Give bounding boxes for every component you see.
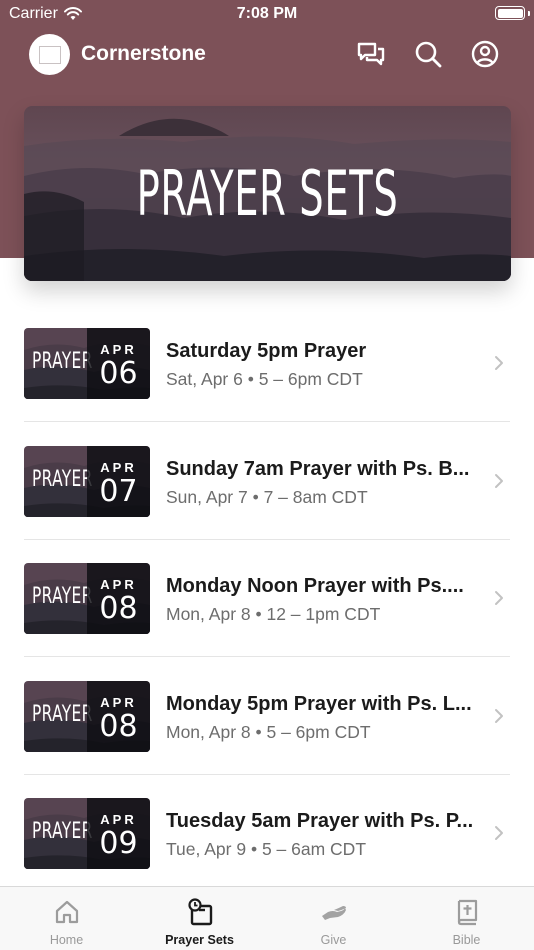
battery-icon — [495, 6, 525, 20]
account-icon[interactable] — [470, 39, 500, 69]
thumbnail-word: PRAYER — [32, 701, 93, 727]
tab-home[interactable]: Home — [0, 887, 133, 950]
thumbnail-month: APR — [100, 812, 137, 827]
tab-prayer-sets-label: Prayer Sets — [165, 933, 234, 947]
search-icon[interactable] — [413, 39, 443, 69]
chevron-right-icon — [495, 356, 503, 370]
thumbnail-month: APR — [100, 342, 137, 357]
prayer-set-thumbnail: PRAYER APR 08 — [24, 680, 150, 752]
church-logo[interactable] — [29, 34, 70, 75]
thumbnail-day: 07 — [99, 473, 138, 509]
status-time: 7:08 PM — [236, 5, 298, 22]
battery-tip — [528, 11, 530, 16]
prayer-set-row[interactable]: PRAYER APR 08 Monday 5pm Prayer with Ps.… — [0, 658, 534, 775]
chevron-right-icon — [495, 591, 503, 605]
tab-bible[interactable]: Bible — [400, 887, 533, 950]
thumbnail-date-badge: APR 06 — [87, 328, 150, 399]
prayer-set-subtitle: Mon, Apr 8 • 5 – 6pm CDT — [166, 721, 371, 742]
chevron-right-icon — [495, 708, 503, 723]
prayer-set-title: Monday Noon Prayer with Ps.... — [166, 575, 464, 597]
thumbnail-word: PRAYER — [32, 584, 93, 609]
prayer-set-subtitle: Sun, Apr 7 • 7 – 8am CDT — [166, 486, 368, 507]
prayer-sets-icon — [187, 898, 212, 926]
hero-banner: PRAYER SETS — [24, 106, 511, 281]
tab-bible-label: Bible — [452, 933, 481, 947]
bible-icon — [457, 899, 477, 926]
prayer-set-subtitle: Mon, Apr 8 • 12 – 1pm CDT — [166, 604, 381, 624]
prayer-set-thumbnail: PRAYER APR 08 — [24, 563, 150, 634]
prayer-set-subtitle: Tue, Apr 9 • 5 – 6am CDT — [166, 839, 367, 859]
prayer-set-row[interactable]: PRAYER APR 07 Sunday 7am Prayer with Ps.… — [0, 423, 534, 540]
thumbnail-month: APR — [100, 577, 137, 592]
home-icon — [55, 900, 78, 924]
give-icon — [321, 906, 346, 920]
thumbnail-word: PRAYER — [32, 349, 93, 374]
tab-bar: Home Prayer Sets Give Bible — [0, 886, 534, 950]
logo-mark — [38, 45, 61, 64]
prayer-set-thumbnail: PRAYER APR 06 — [24, 328, 150, 399]
tab-home-label: Home — [49, 933, 84, 947]
prayer-set-title: Monday 5pm Prayer with Ps. L... — [166, 692, 472, 715]
status-bar: Carrier 7:08 PM — [0, 0, 534, 30]
prayer-set-thumbnail: PRAYER APR 07 — [24, 445, 150, 517]
tab-give-label: Give — [320, 933, 347, 947]
thumbnail-date-badge: APR 08 — [87, 563, 150, 634]
thumbnail-day: 06 — [99, 356, 138, 391]
thumbnail-date-badge: APR 08 — [87, 680, 150, 752]
tab-give[interactable]: Give — [267, 887, 400, 950]
prayer-set-title: Tuesday 5am Prayer with Ps. P... — [166, 810, 474, 832]
thumbnail-date-badge: APR 07 — [87, 445, 150, 517]
chevron-right-icon — [495, 473, 503, 488]
prayer-set-title: Saturday 5pm Prayer — [166, 340, 367, 362]
prayer-set-row[interactable]: PRAYER APR 06 Saturday 5pm Prayer Sat, A… — [0, 305, 534, 422]
prayer-set-row[interactable]: PRAYER APR 09 Tuesday 5am Prayer with Ps… — [0, 775, 534, 892]
prayer-set-thumbnail: PRAYER APR 09 — [24, 798, 150, 869]
chat-icon[interactable] — [356, 39, 386, 69]
chevron-right-icon — [495, 826, 503, 840]
prayer-set-row[interactable]: PRAYER APR 08 Monday Noon Prayer with Ps… — [0, 540, 534, 657]
thumbnail-date-badge: APR 09 — [87, 798, 150, 869]
prayer-set-title: Sunday 7am Prayer with Ps. B... — [166, 457, 470, 480]
prayer-set-subtitle: Sat, Apr 6 • 5 – 6pm CDT — [166, 369, 363, 389]
thumbnail-month: APR — [100, 694, 137, 710]
top-navigation: Cornerstone — [0, 30, 534, 80]
thumbnail-day: 09 — [99, 826, 138, 861]
thumbnail-word: PRAYER — [32, 819, 93, 844]
thumbnail-day: 08 — [99, 591, 138, 626]
tab-prayer-sets[interactable]: Prayer Sets — [133, 887, 266, 950]
app-title: Cornerstone — [81, 42, 206, 65]
thumbnail-month: APR — [100, 459, 137, 475]
thumbnail-day: 08 — [99, 708, 138, 744]
hero-title: PRAYER SETS — [136, 157, 399, 230]
thumbnail-word: PRAYER — [32, 466, 93, 492]
